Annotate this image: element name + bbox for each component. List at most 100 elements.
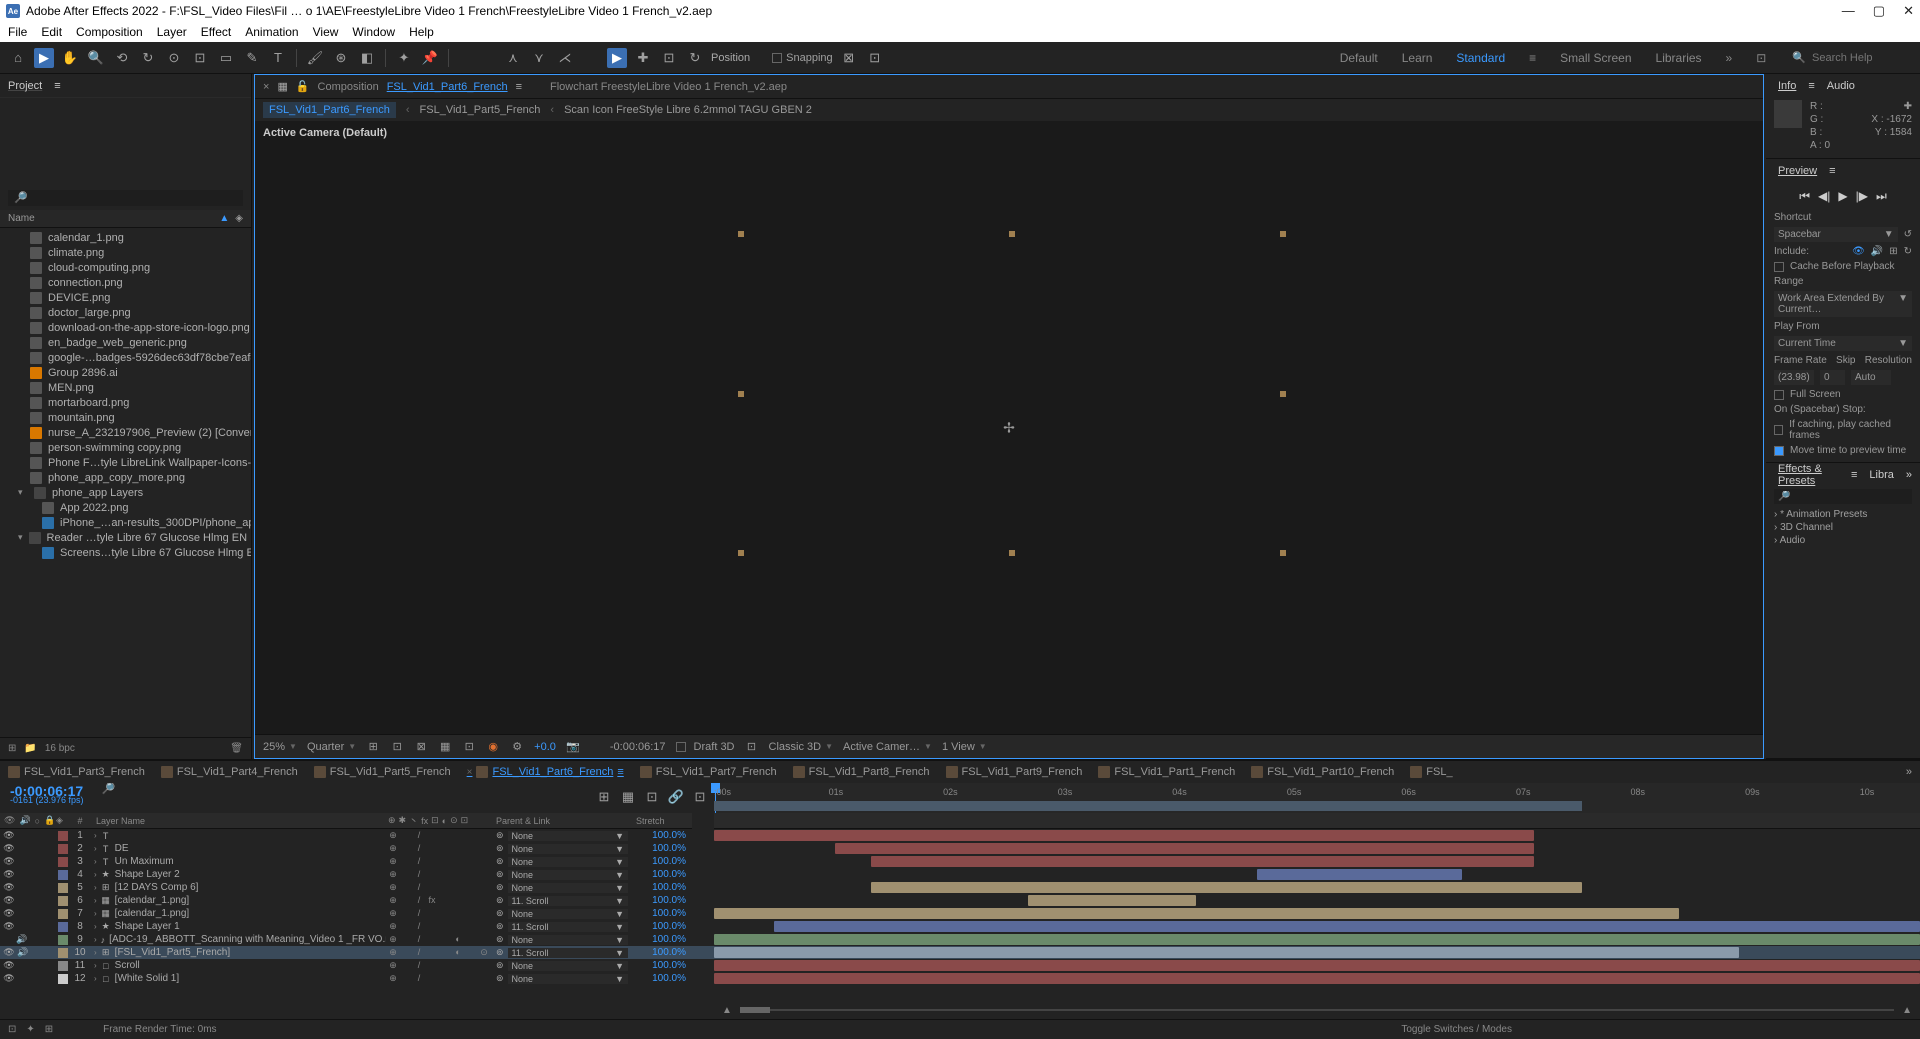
timeline-layer-row[interactable]: 👁 11 ›□Scroll ⊕/ ⊚None▼ 100.0% — [0, 959, 714, 972]
zoom-tool[interactable]: 🔍 — [86, 48, 106, 68]
effects-presets-tab[interactable]: Effects & Presets — [1774, 461, 1843, 489]
toggle-switches-modes[interactable]: Toggle Switches / Modes — [1401, 1024, 1512, 1035]
project-file-item[interactable]: google-…badges-5926dec63df78cbe7eaf4f9e.… — [0, 350, 251, 365]
timeline-tab[interactable]: FSL_Vid1_Part3_French — [8, 766, 145, 778]
timeline-layer-row[interactable]: 👁 5 ›⊞[12 DAYS Comp 6] ⊕/ ⊚None▼ 100.0% — [0, 881, 714, 894]
project-tab[interactable]: Project — [8, 80, 42, 92]
timeline-tab[interactable]: FSL_Vid1_Part4_French — [161, 766, 298, 778]
project-file-item[interactable]: App 2022.png — [0, 500, 251, 515]
prev-frame-button[interactable]: ◀| — [1818, 189, 1830, 204]
text-tool[interactable]: T — [268, 48, 288, 68]
timeline-layer-bar[interactable] — [714, 881, 1920, 894]
last-frame-button[interactable]: ⏭ — [1876, 189, 1887, 204]
project-file-item[interactable]: phone_app_copy_more.png — [0, 470, 251, 485]
timeline-layer-bar[interactable] — [714, 946, 1920, 959]
effects-category-anim[interactable]: › * Animation Presets — [1774, 508, 1912, 521]
arrow-icon[interactable]: ▶ — [607, 48, 627, 68]
preview-tab[interactable]: Preview — [1774, 163, 1821, 179]
search-help[interactable]: 🔍 — [1792, 51, 1912, 64]
project-file-item[interactable]: person-swimming copy.png — [0, 440, 251, 455]
timeline-layer-row[interactable]: 👁 6 ›▦[calendar_1.png] ⊕/fx ⊚11. Scroll▼… — [0, 894, 714, 907]
timeline-layer-row[interactable]: 👁 4 ›★Shape Layer 2 ⊕/ ⊚None▼ 100.0% — [0, 868, 714, 881]
first-frame-button[interactable]: ⏮ — [1799, 189, 1810, 204]
preview-timecode[interactable]: -0:00:06:17 — [610, 741, 666, 753]
views-dropdown[interactable]: 1 View▼ — [942, 741, 987, 753]
shortcut-dropdown[interactable]: Spacebar▼ — [1774, 227, 1898, 242]
timeline-layer-row[interactable]: 👁 7 ›▦[calendar_1.png] ⊕/ ⊚None▼ 100.0% — [0, 907, 714, 920]
project-file-item[interactable]: nurse_A_232197906_Preview (2) [Converted… — [0, 425, 251, 440]
timeline-tab[interactable]: FSL_Vid1_Part10_French — [1251, 766, 1394, 778]
composition-viewer[interactable]: Active Camera (Default) ✢ — [255, 121, 1763, 734]
timeline-tab[interactable]: ×FSL_Vid1_Part6_French ≡ — [467, 766, 624, 778]
timeline-layer-bar[interactable] — [714, 959, 1920, 972]
timeline-tab[interactable]: FSL_Vid1_Part8_French — [793, 766, 930, 778]
rectangle-tool[interactable]: ▭ — [216, 48, 236, 68]
gear-icon[interactable]: ⚙ — [510, 740, 524, 754]
flowchart-tab[interactable]: Flowchart FreestyleLibre Video 1 French_… — [550, 81, 787, 93]
fullscreen-checkbox[interactable] — [1774, 390, 1784, 400]
crop-icon[interactable]: ⊡ — [659, 48, 679, 68]
timeline-search-input[interactable] — [102, 783, 582, 795]
draft-3d-toggle[interactable]: Draft 3D — [676, 741, 735, 753]
project-file-item[interactable]: mortarboard.png — [0, 395, 251, 410]
effects-category-3d[interactable]: › 3D Channel — [1774, 521, 1912, 534]
puppet-tool[interactable]: 📌 — [420, 48, 440, 68]
timeline-tab[interactable]: FSL_Vid1_Part5_French — [314, 766, 451, 778]
work-area[interactable] — [714, 801, 1582, 811]
bpc-toggle[interactable]: 16 bpc — [45, 743, 75, 754]
timeline-layer-bar[interactable] — [714, 855, 1920, 868]
next-frame-button[interactable]: |▶ — [1856, 189, 1868, 204]
project-file-list[interactable]: calendar_1.pngclimate.pngcloud-computing… — [0, 228, 251, 737]
reset-icon[interactable]: ↺ — [1904, 229, 1912, 240]
timeline-layer-row[interactable]: 👁 2 ›TDE ⊕/ ⊚None▼ 100.0% — [0, 842, 714, 855]
camera-dropdown[interactable]: Active Camer…▼ — [843, 741, 932, 753]
timeline-tab[interactable]: FSL_Vid1_Part7_French — [640, 766, 777, 778]
col-layer-name[interactable]: Layer Name — [90, 813, 386, 829]
mask-icon[interactable]: ⊠ — [414, 740, 428, 754]
3d-icon[interactable]: ⊡ — [745, 740, 759, 754]
project-file-item[interactable]: Phone F…tyle LibreLink Wallpaper-Icons-D… — [0, 455, 251, 470]
rotate-tool[interactable]: ↻ — [138, 48, 158, 68]
hand-tool[interactable]: ✋ — [60, 48, 80, 68]
tl-icon-3[interactable]: ⊡ — [642, 787, 662, 807]
timeline-layer-row[interactable]: 👁 12 ›□[White Solid 1] ⊕/ ⊚None▼ 100.0% — [0, 972, 714, 985]
timeline-layer-bar[interactable] — [714, 933, 1920, 946]
zoom-out-icon[interactable]: ▲ — [722, 1005, 732, 1016]
region-icon[interactable]: ▦ — [438, 740, 452, 754]
col-video-icon[interactable]: 👁 — [4, 815, 15, 826]
project-file-item[interactable]: connection.png — [0, 275, 251, 290]
project-file-item[interactable]: mountain.png — [0, 410, 251, 425]
timeline-layer-row[interactable]: 👁 8 ›★Shape Layer 1 ⊕/ ⊚11. Scroll▼ 100.… — [0, 920, 714, 933]
eraser-tool[interactable]: ◧ — [357, 48, 377, 68]
breadcrumb-3[interactable]: Scan Icon FreeStyle Libre 6.2mmol TAGU G… — [564, 104, 812, 116]
renderer-dropdown[interactable]: Classic 3D▼ — [769, 741, 834, 753]
project-file-item[interactable]: Group 2896.ai — [0, 365, 251, 380]
project-file-item[interactable]: iPhone_…an-results_300DPI/phone_app.psd — [0, 515, 251, 530]
project-file-item[interactable]: doctor_large.png — [0, 305, 251, 320]
menu-view[interactable]: View — [313, 25, 339, 39]
timeline-layer-bar[interactable] — [714, 907, 1920, 920]
home-icon[interactable]: ⌂ — [8, 48, 28, 68]
timeline-layer-row[interactable]: 👁 1 ›T ⊕/ ⊚None▼ 100.0% — [0, 829, 714, 842]
roto-tool[interactable]: ✦ — [394, 48, 414, 68]
snapshot-icon[interactable]: 📷 — [566, 740, 580, 754]
include-audio-icon[interactable]: 🔊 — [1871, 246, 1883, 257]
timeline-layer-bar[interactable] — [714, 842, 1920, 855]
col-number[interactable]: # — [70, 813, 90, 829]
project-file-item[interactable]: calendar_1.png — [0, 230, 251, 245]
include-video-icon[interactable]: 👁 — [1852, 246, 1865, 257]
workspace-overflow-icon[interactable]: » — [1726, 51, 1733, 65]
play-button[interactable]: ▶ — [1838, 189, 1847, 204]
timeline-ruler[interactable]: :00s01s02s03s04s05s06s07s08s09s10s — [714, 783, 1920, 813]
tl-icon-5[interactable]: ⊡ — [690, 787, 710, 807]
workspace-default[interactable]: Default — [1340, 51, 1378, 65]
timeline-layer-bar[interactable] — [714, 920, 1920, 933]
timeline-tabs-overflow[interactable]: » — [1906, 766, 1912, 778]
libraries-tab[interactable]: Libra — [1865, 467, 1897, 483]
project-file-item[interactable]: MEN.png — [0, 380, 251, 395]
zoom-in-icon[interactable]: ▲ — [1902, 1005, 1912, 1016]
grid-icon[interactable]: ⊡ — [390, 740, 404, 754]
project-file-item[interactable]: ▾Reader …tyle Libre 67 Glucose Hlmg EN L… — [0, 530, 251, 545]
add-icon[interactable]: ✚ — [633, 48, 653, 68]
timeline-layer-bar[interactable] — [714, 972, 1920, 985]
